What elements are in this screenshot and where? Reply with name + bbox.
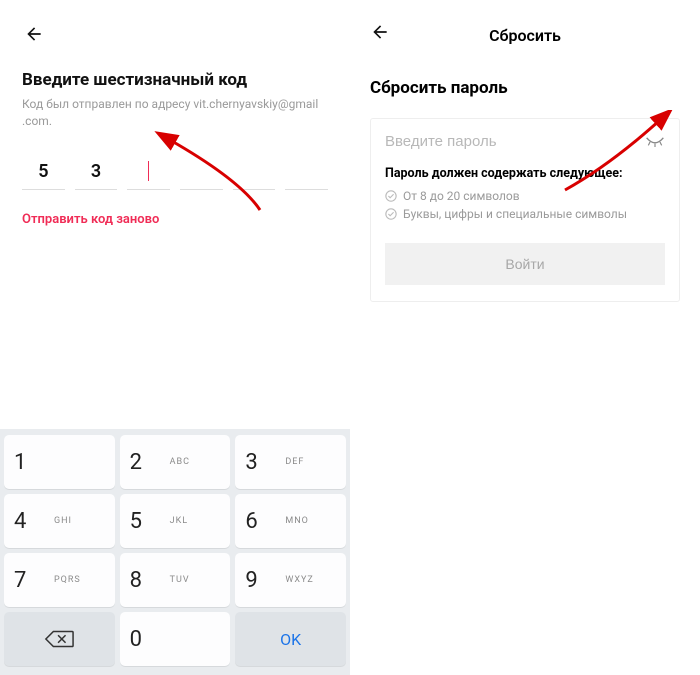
numeric-keypad: 1 2ABC 3DEF 4GHI 5JKL 6MNO 7PQRS 8TUV 9W…	[0, 429, 350, 675]
back-button[interactable]	[22, 18, 46, 62]
requirement-text: От 8 до 20 символов	[403, 189, 520, 203]
code-cell-6[interactable]	[285, 154, 328, 190]
requirement-item: От 8 до 20 символов	[385, 189, 665, 203]
login-button[interactable]: Войти	[385, 243, 665, 285]
header-title: Сбросить	[368, 26, 682, 45]
key-3[interactable]: 3DEF	[235, 435, 346, 489]
subtitle-email-1: vit.chernyavskiy@gmail	[193, 97, 318, 111]
code-cell-1[interactable]: 5	[22, 154, 65, 190]
key-8[interactable]: 8TUV	[120, 553, 231, 607]
subtitle-email-2: .com.	[22, 114, 52, 128]
key-0[interactable]: 0	[120, 612, 231, 666]
eye-closed-icon[interactable]	[645, 136, 665, 148]
key-9[interactable]: 9WXYZ	[235, 553, 346, 607]
resend-code-link[interactable]: Отправить код заново	[22, 212, 328, 227]
backspace-icon	[44, 629, 74, 649]
key-ok[interactable]: OK	[235, 612, 346, 666]
password-card: Пароль должен содержать следующее: От 8 …	[370, 118, 680, 302]
code-cell-4[interactable]	[180, 154, 223, 190]
screen-code-entry: Введите шестизначный код Код был отправл…	[0, 0, 350, 675]
key-2[interactable]: 2ABC	[120, 435, 231, 489]
code-cell-3[interactable]	[127, 154, 170, 190]
key-backspace[interactable]	[4, 612, 115, 666]
requirement-text: Буквы, цифры и специальные символы	[403, 207, 627, 221]
screen-reset-password: Сбросить Сбросить пароль Пароль должен с…	[350, 0, 700, 675]
key-1[interactable]: 1	[4, 435, 115, 489]
arrow-left-icon	[24, 24, 44, 44]
check-circle-icon	[385, 190, 397, 202]
key-6[interactable]: 6MNO	[235, 494, 346, 548]
subtitle: Код был отправлен по адресу vit.chernyav…	[22, 96, 328, 130]
requirement-item: Буквы, цифры и специальные символы	[385, 207, 665, 221]
code-cell-2[interactable]: 3	[75, 154, 118, 190]
requirements-heading: Пароль должен содержать следующее:	[385, 166, 665, 181]
page-title: Сбросить пароль	[370, 78, 680, 98]
check-circle-icon	[385, 208, 397, 220]
subtitle-prefix: Код был отправлен по адресу	[22, 97, 193, 111]
code-input-row[interactable]: 5 3	[22, 154, 328, 190]
page-title: Введите шестизначный код	[22, 70, 328, 90]
key-7[interactable]: 7PQRS	[4, 553, 115, 607]
key-5[interactable]: 5JKL	[120, 494, 231, 548]
password-input[interactable]	[385, 133, 645, 150]
key-4[interactable]: 4GHI	[4, 494, 115, 548]
code-cell-5[interactable]	[233, 154, 276, 190]
